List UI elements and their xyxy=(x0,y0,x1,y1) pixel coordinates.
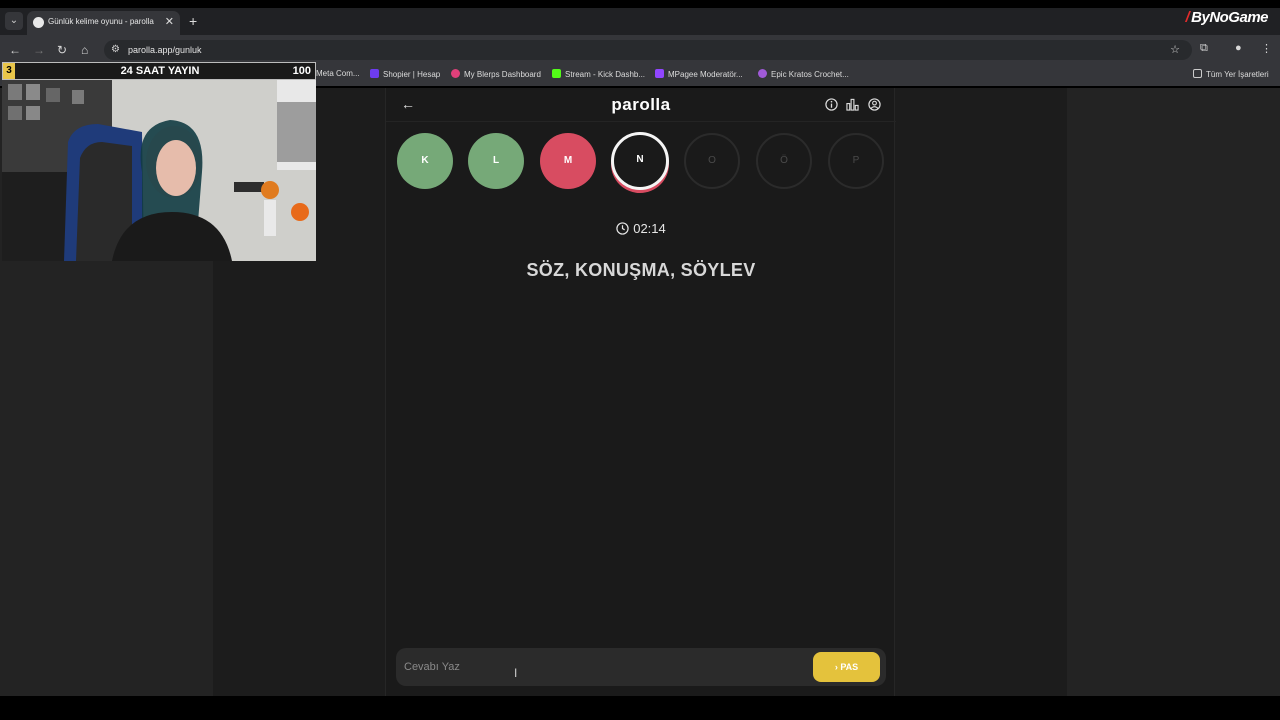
letter-circle-k: K xyxy=(397,133,453,189)
blerps-icon xyxy=(451,69,460,78)
shopier-icon xyxy=(370,69,379,78)
app-header: ← parolla xyxy=(386,88,896,122)
twitch-icon xyxy=(655,69,664,78)
stream-counter-bar: 3 24 SAAT YAYIN 100 xyxy=(2,62,316,80)
timer: 02:14 xyxy=(386,221,896,236)
app-logo[interactable]: parolla xyxy=(386,95,896,115)
tab-title: Günlük kelime oyunu - parolla xyxy=(48,17,154,26)
letter-circle-m: M xyxy=(540,133,596,189)
profile-avatar[interactable]: ● xyxy=(1235,42,1242,54)
browser-tab[interactable]: Günlük kelime oyunu - parolla ✕ xyxy=(27,11,180,35)
clock-icon xyxy=(616,222,629,235)
bookmark-item[interactable]: Stream - Kick Dashb... xyxy=(552,69,645,79)
answer-bar: › PAS xyxy=(396,648,886,686)
letter-circle-n-active: N xyxy=(611,132,669,190)
heart-icon xyxy=(758,69,767,78)
tab-search-button[interactable]: ⌄ xyxy=(5,12,23,30)
bookmark-item[interactable]: Meta Com... xyxy=(316,69,360,78)
home-button[interactable]: ⌂ xyxy=(81,43,88,57)
bookmark-item[interactable]: MPagee Moderatör... xyxy=(655,69,743,79)
reload-button[interactable]: ↻ xyxy=(57,43,67,57)
counter-right: 100 xyxy=(292,65,311,77)
menu-icon[interactable]: ⋮ xyxy=(1261,42,1272,55)
screen: ⌄ Günlük kelime oyunu - parolla ✕ + / ByN… xyxy=(0,0,1280,720)
folder-icon xyxy=(1193,69,1202,78)
stream-title: 24 SAAT YAYIN xyxy=(120,65,200,77)
letter-circle-o-umlaut: Ö xyxy=(756,133,812,189)
address-bar[interactable]: ⚙ parolla.app/gunluk ☆ xyxy=(104,40,1192,60)
bookmark-item[interactable]: Epic Kratos Crochet... xyxy=(758,69,849,79)
parolla-app: ← parolla K L M N O Ö P 02:14 SÖZ, KONUŞ… xyxy=(385,88,896,696)
all-bookmarks-folder[interactable]: Tüm Yer İşaretleri xyxy=(1193,69,1269,79)
bookmark-item[interactable]: Shopier | Hesap xyxy=(370,69,440,79)
webcam-overlay: 3 24 SAAT YAYIN 100 xyxy=(2,62,316,261)
letter-circle-p: P xyxy=(828,133,884,189)
pass-button[interactable]: › PAS xyxy=(813,652,880,682)
letter-circle-o: O xyxy=(684,133,740,189)
site-info-icon[interactable]: ⚙ xyxy=(111,44,120,55)
close-icon[interactable]: ✕ xyxy=(165,15,174,28)
back-button[interactable]: ← xyxy=(9,43,21,57)
bookmark-item[interactable]: My Blerps Dashboard xyxy=(451,69,541,79)
timer-value: 02:14 xyxy=(633,221,666,236)
info-icon[interactable] xyxy=(825,98,838,111)
kick-icon xyxy=(552,69,561,78)
forward-button[interactable]: → xyxy=(33,43,45,57)
tab-favicon-icon xyxy=(33,17,44,28)
extensions-icon[interactable]: ⧉ xyxy=(1200,42,1208,55)
bookmark-star-icon[interactable]: ☆ xyxy=(1170,43,1180,56)
url-text[interactable]: parolla.app/gunluk xyxy=(128,45,202,55)
user-icon[interactable] xyxy=(868,98,881,111)
page-right-gutter xyxy=(1067,88,1280,696)
letter-circle-l: L xyxy=(468,133,524,189)
clue-text: SÖZ, KONUŞMA, SÖYLEV xyxy=(526,260,756,280)
text-cursor-icon: I xyxy=(514,666,518,680)
bottom-letterbox xyxy=(0,696,1280,720)
answer-input[interactable] xyxy=(404,657,804,677)
webcam-feed xyxy=(2,62,316,261)
new-tab-button[interactable]: + xyxy=(189,13,197,29)
brand-watermark: / ByNoGame xyxy=(1185,9,1268,26)
stats-icon[interactable] xyxy=(846,98,859,111)
